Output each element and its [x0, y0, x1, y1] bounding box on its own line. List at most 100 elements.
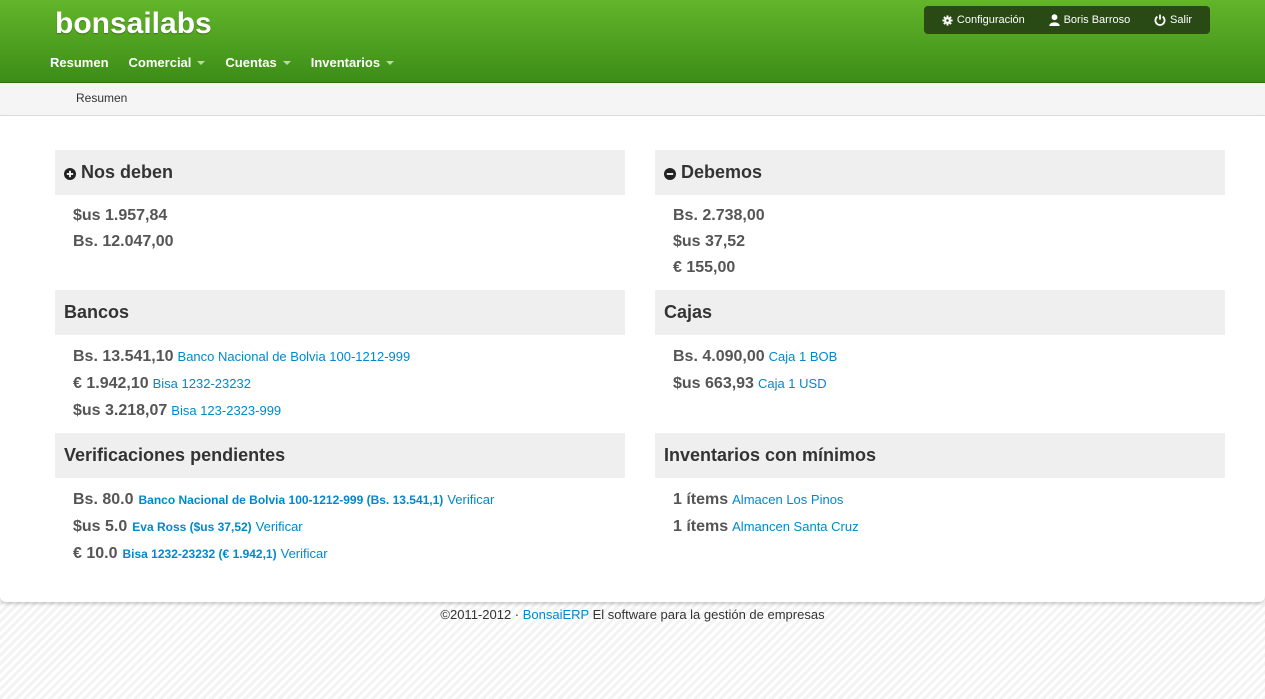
footer-copyright: ©2011-2012 · — [440, 607, 520, 622]
footer: ©2011-2012 · BonsaiERP El software para … — [0, 607, 1265, 622]
bank-account-link[interactable]: Bisa 1232-23232 — [153, 376, 251, 391]
amount: $us 1.957,84 — [73, 207, 168, 224]
amount: 1 ítems — [673, 491, 729, 508]
amount: 1 ítems — [673, 518, 729, 535]
user-label: Boris Barroso — [1063, 14, 1131, 26]
user-icon — [1048, 14, 1060, 26]
verificaciones-title: Verificaciones pendientes — [64, 445, 286, 465]
verify-link[interactable]: Verificar — [447, 492, 494, 507]
inventarios-panel: Inventarios con mínimos 1 ítems Almacen … — [655, 433, 1225, 545]
breadcrumb: Resumen — [0, 83, 1265, 116]
list-item: Bs. 13.541,10 Banco Nacional de Bolvia 1… — [73, 348, 625, 375]
list-item: Bs. 4.090,00 Caja 1 BOB — [673, 348, 1225, 375]
list-item: Bs. 12.047,00 — [73, 233, 625, 259]
brand-logo[interactable]: bonsailabs — [55, 7, 212, 41]
inventarios-title: Inventarios con mínimos — [664, 445, 877, 465]
cajas-header: Cajas — [655, 290, 1225, 335]
bancos-body: Bs. 13.541,10 Banco Nacional de Bolvia 1… — [55, 335, 625, 429]
bancos-panel: Bancos Bs. 13.541,10 Banco Nacional de B… — [55, 290, 625, 429]
warehouse-link[interactable]: Almancen Santa Cruz — [732, 519, 858, 534]
list-item: $us 5.0 Eva Ross ($us 37,52) Verificar — [73, 518, 625, 545]
bancos-header: Bancos — [55, 290, 625, 335]
amount: $us 3.218,07 — [73, 402, 168, 419]
inventarios-body: 1 ítems Almacen Los Pinos 1 ítems Almanc… — [655, 478, 1225, 545]
warehouse-link[interactable]: Almacen Los Pinos — [732, 492, 843, 507]
nav-resumen-label: Resumen — [50, 55, 109, 70]
nav-resumen[interactable]: Resumen — [50, 55, 109, 70]
caret-down-icon — [282, 61, 291, 65]
top-navbar: bonsailabs Resumen Comercial Cuentas Inv… — [0, 0, 1265, 83]
amount: $us 5.0 — [73, 518, 128, 535]
debemos-panel: Debemos Bs. 2.738,00 $us 37,52 € 155,00 — [655, 150, 1225, 285]
cajas-title: Cajas — [664, 302, 713, 322]
caret-down-icon — [386, 61, 395, 65]
nos-deben-body: $us 1.957,84 Bs. 12.047,00 — [55, 195, 625, 259]
amount: Bs. 2.738,00 — [673, 207, 765, 224]
inventarios-header: Inventarios con mínimos — [655, 433, 1225, 478]
logout-link[interactable]: Salir — [1154, 14, 1192, 26]
footer-tagline: El software para la gestión de empresas — [592, 607, 825, 622]
power-icon — [1154, 14, 1166, 26]
nos-deben-panel: Nos deben $us 1.957,84 Bs. 12.047,00 — [55, 150, 625, 259]
list-item: $us 3.218,07 Bisa 123-2323-999 — [73, 402, 625, 429]
list-item: $us 37,52 — [673, 233, 1225, 259]
amount: Bs. 12.047,00 — [73, 233, 174, 250]
nav-inventarios[interactable]: Inventarios — [310, 55, 395, 70]
nos-deben-title: Nos deben — [81, 162, 174, 182]
amount: $us 37,52 — [673, 233, 746, 250]
list-item: $us 663,93 Caja 1 USD — [673, 375, 1225, 402]
account-link[interactable]: Banco Nacional de Bolvia 100-1212-999 (B… — [138, 493, 443, 507]
list-item: € 10.0 Bisa 1232-23232 (€ 1.942,1) Verif… — [73, 545, 625, 572]
nav-comercial[interactable]: Comercial — [129, 55, 206, 70]
bank-account-link[interactable]: Banco Nacional de Bolvia 100-1212-999 — [178, 349, 411, 364]
cash-account-link[interactable]: Caja 1 USD — [758, 376, 827, 391]
nos-deben-header: Nos deben — [55, 150, 625, 195]
amount: Bs. 80.0 — [73, 491, 134, 508]
verificaciones-body: Bs. 80.0 Banco Nacional de Bolvia 100-12… — [55, 478, 625, 572]
breadcrumb-item: Resumen — [76, 91, 128, 105]
footer-link[interactable]: BonsaiERP — [523, 607, 589, 622]
bank-account-link[interactable]: Bisa 123-2323-999 — [171, 403, 281, 418]
list-item: $us 1.957,84 — [73, 207, 625, 233]
verify-link[interactable]: Verificar — [256, 519, 303, 534]
main-nav: Resumen Comercial Cuentas Inventarios — [50, 55, 414, 70]
verificaciones-panel: Verificaciones pendientes Bs. 80.0 Banco… — [55, 433, 625, 572]
debemos-header: Debemos — [655, 150, 1225, 195]
list-item: € 155,00 — [673, 259, 1225, 285]
amount: $us 663,93 — [673, 375, 754, 392]
bancos-title: Bancos — [64, 302, 130, 322]
caret-down-icon — [197, 61, 206, 65]
list-item: € 1.942,10 Bisa 1232-23232 — [73, 375, 625, 402]
cash-account-link[interactable]: Caja 1 BOB — [769, 349, 838, 364]
nav-cuentas[interactable]: Cuentas — [225, 55, 291, 70]
list-item: 1 ítems Almancen Santa Cruz — [673, 518, 1225, 545]
list-item: Bs. 80.0 Banco Nacional de Bolvia 100-12… — [73, 491, 625, 518]
user-menu: Configuración Boris Barroso Salir — [924, 6, 1210, 34]
amount: € 1.942,10 — [73, 375, 149, 392]
config-label: Configuración — [956, 14, 1025, 26]
amount: € 10.0 — [73, 545, 118, 562]
verify-link[interactable]: Verificar — [281, 546, 328, 561]
verificaciones-header: Verificaciones pendientes — [55, 433, 625, 478]
plus-circle-icon — [64, 167, 76, 180]
list-item: 1 ítems Almacen Los Pinos — [673, 491, 1225, 518]
amount: Bs. 13.541,10 — [73, 348, 174, 365]
account-link[interactable]: Eva Ross ($us 37,52) — [132, 520, 251, 534]
cajas-panel: Cajas Bs. 4.090,00 Caja 1 BOB $us 663,93… — [655, 290, 1225, 402]
gear-icon — [942, 14, 953, 26]
logout-label: Salir — [1170, 14, 1193, 26]
list-item: Bs. 2.738,00 — [673, 207, 1225, 233]
amount: € 155,00 — [673, 259, 736, 276]
nav-inventarios-label: Inventarios — [310, 55, 381, 70]
config-link[interactable]: Configuración — [942, 14, 1025, 26]
nav-cuentas-label: Cuentas — [225, 55, 277, 70]
amount: Bs. 4.090,00 — [673, 348, 765, 365]
debemos-title: Debemos — [681, 162, 763, 182]
debemos-body: Bs. 2.738,00 $us 37,52 € 155,00 — [655, 195, 1225, 285]
minus-circle-icon — [664, 167, 676, 180]
main-content: Nos deben $us 1.957,84 Bs. 12.047,00 Deb… — [0, 116, 1265, 602]
nav-comercial-label: Comercial — [128, 55, 192, 70]
cajas-body: Bs. 4.090,00 Caja 1 BOB $us 663,93 Caja … — [655, 335, 1225, 402]
account-link[interactable]: Bisa 1232-23232 (€ 1.942,1) — [122, 547, 276, 561]
user-link[interactable]: Boris Barroso — [1048, 14, 1131, 26]
